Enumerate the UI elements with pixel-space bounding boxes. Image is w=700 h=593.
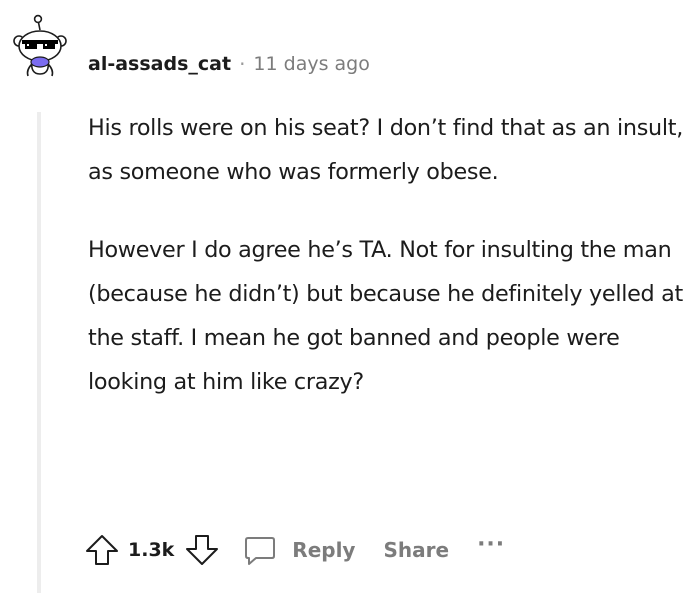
arrow-up-icon[interactable] bbox=[84, 532, 120, 568]
comment-actions: 1.3k Reply Share ··· bbox=[84, 528, 505, 572]
reply-label: Reply bbox=[292, 538, 356, 562]
speech-bubble-icon bbox=[242, 532, 278, 568]
arrow-down-icon[interactable] bbox=[184, 532, 220, 568]
comment-paragraph: However I do agree he’s TA. Not for insu… bbox=[88, 237, 683, 395]
username[interactable]: al-assads_cat bbox=[88, 53, 231, 75]
comment-body: His rolls were on his seat? I don’t find… bbox=[88, 106, 688, 404]
timestamp[interactable]: 11 days ago bbox=[253, 53, 369, 75]
ellipsis-icon[interactable]: ··· bbox=[477, 532, 505, 557]
user-avatar[interactable] bbox=[8, 14, 72, 78]
share-button[interactable]: Share bbox=[383, 538, 449, 562]
reply-button[interactable]: Reply bbox=[242, 532, 355, 568]
meta-separator: · bbox=[239, 52, 246, 76]
vote-count: 1.3k bbox=[128, 539, 175, 561]
comment-paragraph: His rolls were on his seat? I don’t find… bbox=[88, 115, 684, 185]
thread-line[interactable] bbox=[37, 112, 41, 593]
comment-header: al-assads_cat · 11 days ago bbox=[88, 52, 370, 76]
